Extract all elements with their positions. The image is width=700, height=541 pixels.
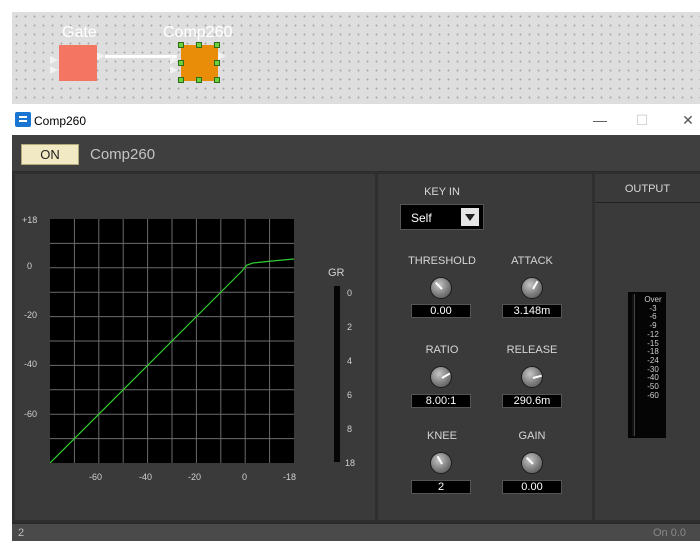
threshold-value[interactable]: 0.00 [411,304,471,318]
selection-handle[interactable] [196,42,202,48]
editor-panels: +18 0 -20 -40 -60 -60 -40 -20 0 -18 GR 0… [12,172,700,522]
attack-label: ATTACK [511,255,553,267]
gr-tick-label: 0 [347,288,353,298]
comp260-editor-window: Comp260 — ☐ ✕ ON Comp260 +18 0 -20 -40 -… [12,105,700,541]
on-button[interactable]: ON [21,144,79,165]
chevron-down-icon[interactable] [461,208,479,226]
y-tick-label: -20 [24,310,38,320]
component-name: Comp260 [90,146,156,163]
key-in-select[interactable]: Self [400,204,484,230]
y-tick-label: -40 [24,359,38,369]
y-tick-label: -60 [24,409,38,419]
status-left-text: 2 [18,527,25,539]
gain-reduction-meter [334,286,340,462]
gate-input-port-1[interactable] [50,56,58,64]
title-bar[interactable]: Comp260 — ☐ ✕ [12,105,700,135]
knee-label: KNEE [427,430,457,442]
threshold-label: THRESHOLD [408,255,476,267]
gate-input-port-2[interactable] [50,66,58,74]
output-title: OUTPUT [624,183,671,195]
gate-output-port[interactable] [97,52,105,60]
selection-handle[interactable] [214,60,220,66]
comp-output-port[interactable] [218,52,226,60]
wire-gate-to-comp[interactable] [105,55,177,58]
x-tick-label: -60 [89,472,103,482]
transfer-curve-graph [50,219,294,463]
comp-input-port-1[interactable] [170,56,178,64]
selection-handle[interactable] [196,77,202,83]
designer-canvas[interactable] [12,12,700,104]
attack-knob[interactable] [521,277,543,299]
close-button[interactable]: ✕ [674,109,700,131]
gr-tick-label: 2 [347,322,353,332]
gr-meter-title: GR [328,267,345,279]
knee-knob[interactable] [430,452,452,474]
comp260-block[interactable] [181,45,218,81]
selection-handle[interactable] [178,60,184,66]
maximize-button[interactable]: ☐ [628,109,656,131]
dynamics-controls-panel: KEY IN Self THRESHOLD 0.00 ATTACK 3.148m… [378,174,592,520]
selection-handle[interactable] [214,42,220,48]
x-tick-label: -18 [283,472,297,482]
selection-handle[interactable] [214,77,220,83]
gain-value[interactable]: 0.00 [502,480,562,494]
attack-value[interactable]: 3.148m [502,304,562,318]
gain-knob[interactable] [521,452,543,474]
comp260-label: Comp260 [163,24,233,41]
minimize-button[interactable]: — [586,109,614,131]
gain-label: GAIN [518,430,546,442]
output-level-meter: Over -3 -6 -9 -12 -15 -18 -24 -30 -40 -5… [628,292,666,438]
release-label: RELEASE [506,344,558,356]
ratio-label: RATIO [425,344,459,356]
release-knob[interactable] [521,366,543,388]
y-tick-label: 0 [27,261,33,271]
output-panel: OUTPUT Over -3 -6 -9 -12 -15 -18 -24 -30… [595,174,700,520]
transfer-graph-panel: +18 0 -20 -40 -60 -60 -40 -20 0 -18 GR 0… [15,174,375,520]
status-right-text: On 0.0 [652,527,686,539]
x-tick-label: 0 [242,472,248,482]
ratio-value[interactable]: 8.00:1 [411,394,471,408]
release-value[interactable]: 290.6m [502,394,562,408]
comp-input-port-2[interactable] [170,66,178,74]
gr-tick-label: 4 [347,356,353,366]
selection-handle[interactable] [178,77,184,83]
status-bar: 2 On 0.0 [12,524,700,541]
gate-label: Gate [62,24,97,41]
window-title: Comp260 [34,114,87,128]
key-in-label: KEY IN [424,186,460,198]
selection-handle[interactable] [178,42,184,48]
threshold-knob[interactable] [430,277,452,299]
x-tick-label: -20 [188,472,202,482]
gr-tick-label: 8 [347,424,353,434]
output-meter-bar [632,294,635,436]
output-header: OUTPUT [595,174,700,203]
y-tick-label: +18 [22,215,38,225]
gr-tick-label: 18 [345,458,356,468]
gate-block[interactable] [59,45,97,81]
ratio-knob[interactable] [430,366,452,388]
x-tick-label: -40 [139,472,153,482]
knee-value[interactable]: 2 [411,480,471,494]
output-meter-scale: Over -3 -6 -9 -12 -15 -18 -24 -30 -40 -5… [642,295,664,400]
app-icon [15,112,31,127]
meter-tick-label: -60 [647,390,659,400]
key-in-value: Self [411,211,432,225]
gr-tick-label: 6 [347,390,353,400]
designer-canvas-area: Gate Comp260 [0,0,700,104]
component-header: ON Comp260 [12,135,700,172]
